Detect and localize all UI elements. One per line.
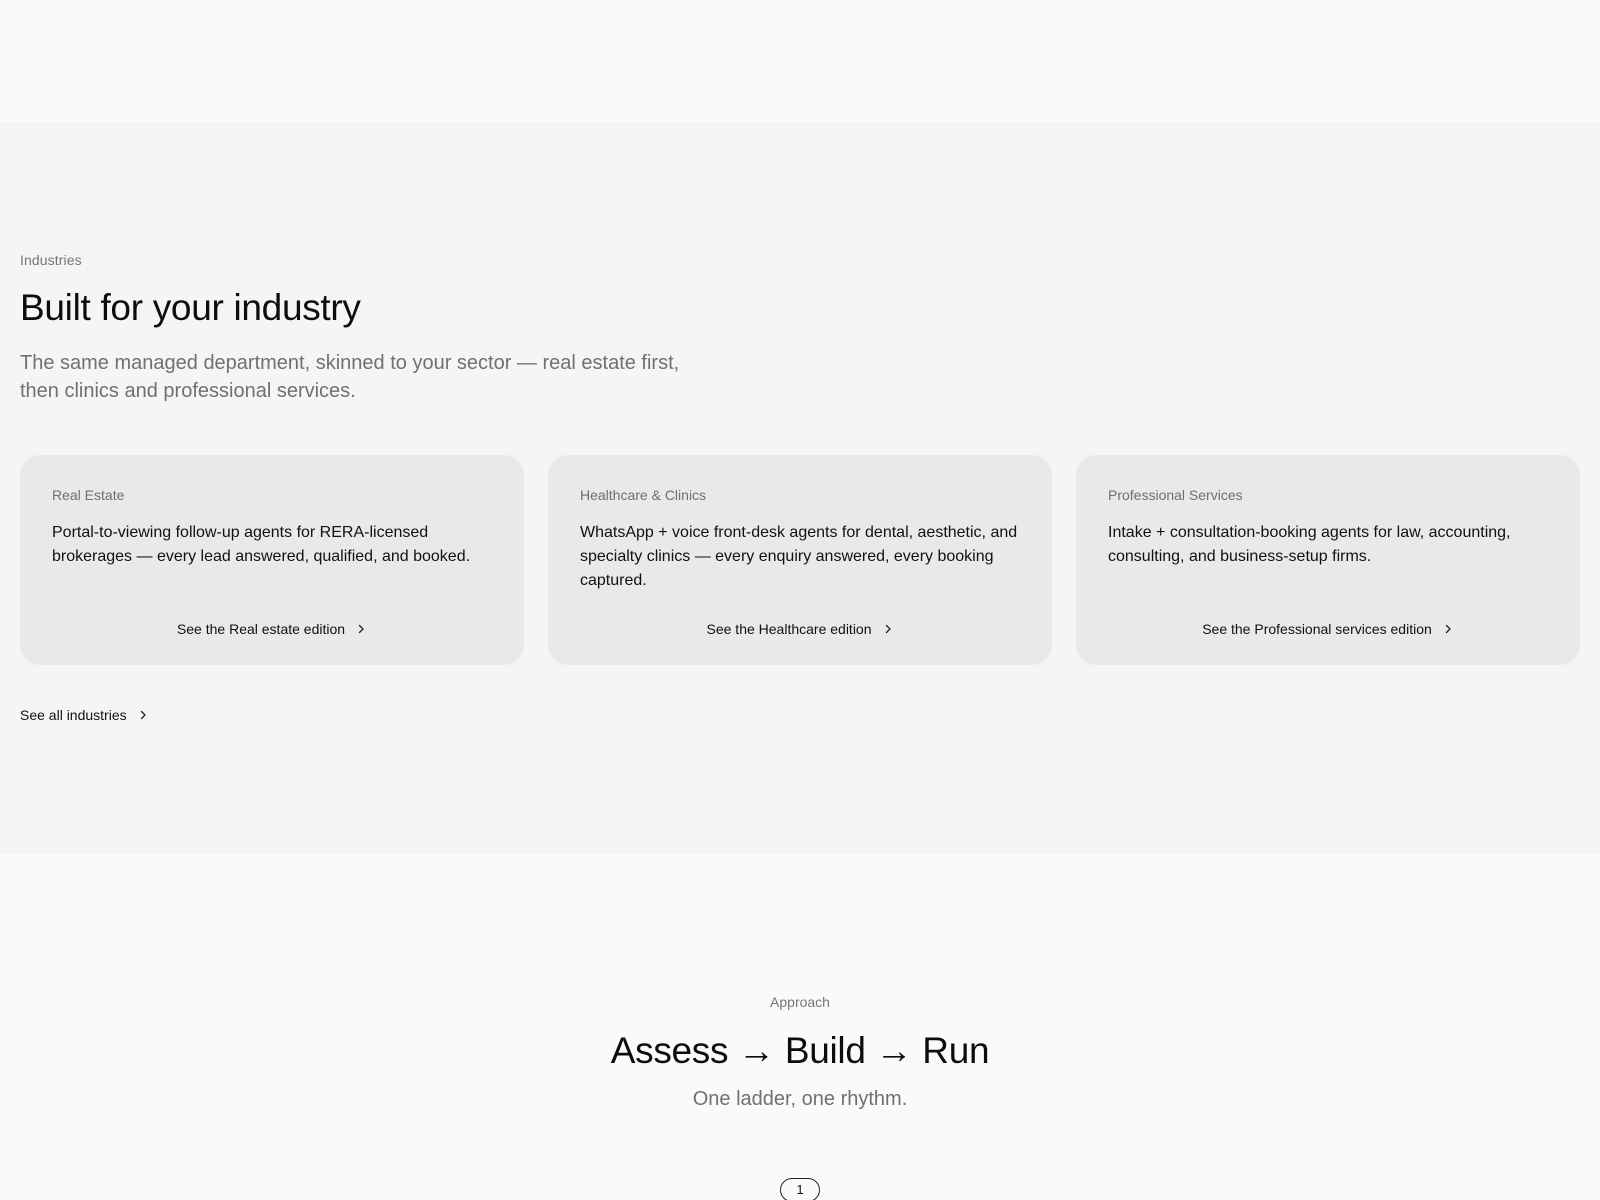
approach-title: Assess → Build → Run [610, 1030, 990, 1071]
chevron-right-icon [885, 624, 891, 633]
professional-services-edition-link[interactable]: See the Professional services edition [1076, 621, 1580, 637]
industries-eyebrow: Industries [20, 252, 82, 268]
card-professional-services: Professional Services Intake + consultat… [1076, 454, 1580, 665]
approach-section: Approach Assess → Build → Run One ladder… [0, 854, 1600, 1200]
all-link-label: See all industries [20, 706, 127, 723]
industries-title: Built for your industry [20, 287, 361, 328]
see-all-industries-link[interactable]: See all industries [20, 707, 149, 723]
industries-section: Industries Built for your industry The s… [0, 122, 1600, 854]
card-link-label: See the Real estate edition [176, 620, 346, 637]
card-link-label: See the Healthcare edition [706, 620, 872, 637]
healthcare-edition-link[interactable]: See the Healthcare edition [548, 621, 1052, 637]
approach-eyebrow: Approach [770, 994, 830, 1010]
step-number-badge: 1 [780, 1178, 820, 1200]
top-band [0, 0, 1600, 122]
approach-subtitle: One ladder, one rhythm. [692, 1088, 908, 1110]
card-eyebrow: Healthcare & Clinics [580, 486, 707, 503]
card-healthcare: Healthcare & Clinics WhatsApp + voice fr… [548, 454, 1052, 665]
card-link-label: See the Professional services edition [1202, 620, 1432, 637]
chevron-right-icon [358, 624, 364, 633]
card-eyebrow: Professional Services [1108, 486, 1243, 503]
chevron-right-icon [140, 710, 146, 719]
real-estate-edition-link[interactable]: See the Real estate edition [20, 621, 524, 637]
chevron-right-icon [1445, 624, 1451, 633]
card-text: Intake + consultation-booking agents for… [1108, 523, 1511, 565]
card-text: Portal-to-viewing follow-up agents for R… [52, 523, 471, 565]
card-eyebrow: Real Estate [52, 486, 125, 503]
industry-cards: Real Estate Portal-to-viewing follow-up … [20, 454, 1580, 665]
industries-subtitle: The same managed department, skinned to … [20, 351, 680, 402]
card-text: WhatsApp + voice front-desk agents for d… [580, 523, 1018, 589]
card-real-estate: Real Estate Portal-to-viewing follow-up … [20, 454, 524, 665]
